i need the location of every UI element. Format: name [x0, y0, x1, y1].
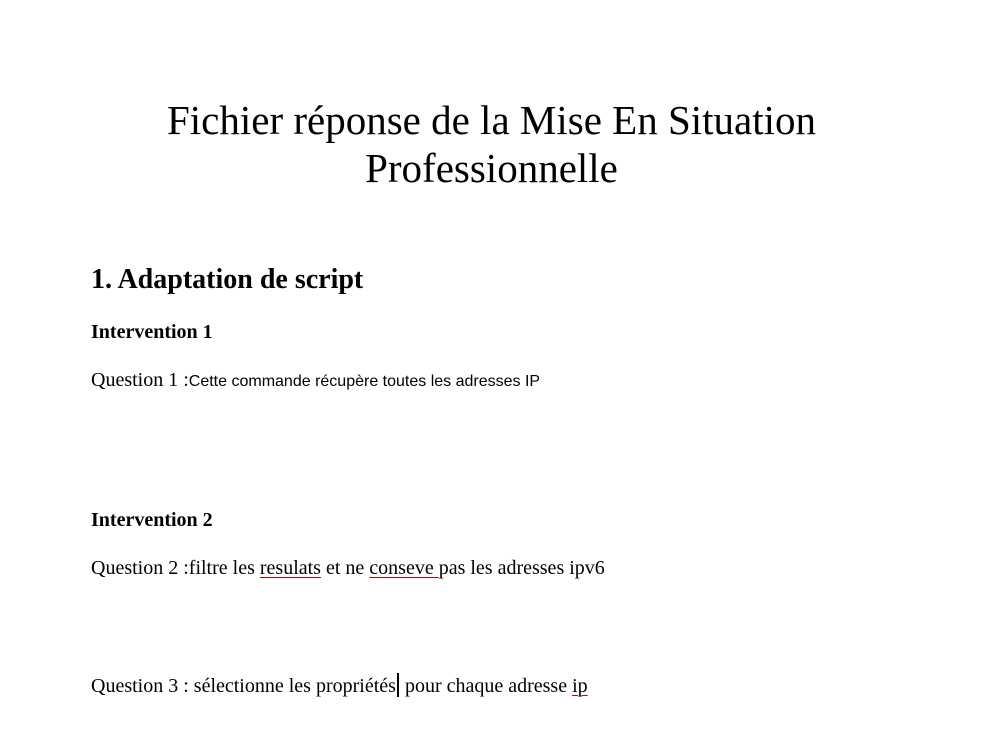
spelling-error-resulats[interactable]: resulats	[260, 557, 321, 579]
intervention-1-heading: Intervention 1	[91, 321, 213, 343]
question-1-answer: Cette commande récupère toutes les adres…	[188, 373, 541, 390]
question-2-text-part2: et ne	[320, 557, 370, 579]
document-page[interactable]: Fichier réponse de la Mise En Situation …	[0, 0, 983, 731]
spelling-error-conseve[interactable]: conseve	[369, 557, 438, 579]
title-line-1: Fichier réponse de la Mise En Situation	[166, 97, 817, 143]
document-title: Fichier réponse de la Mise En Situation …	[90, 96, 893, 192]
question-3-text-part1: sélectionne les propriétés	[193, 675, 396, 697]
question-1-paragraph[interactable]: Question 1 :Cette commande récupère tout…	[91, 368, 540, 394]
question-2-paragraph[interactable]: Question 2 :filtre les resulats et ne co…	[91, 556, 605, 580]
question-2-text-part1: filtre les	[188, 557, 260, 579]
question-3-text-part2: pour chaque adresse	[399, 675, 573, 697]
section-heading-adaptation: 1. Adaptation de script	[91, 264, 364, 295]
intervention-2-heading: Intervention 2	[91, 509, 213, 531]
question-2-label: Question 2 :	[91, 557, 189, 579]
question-3-label: Question 3 :	[91, 675, 194, 697]
text-cursor	[396, 673, 399, 697]
question-1-label: Question 1 :	[91, 369, 189, 391]
spelling-error-ip[interactable]: ip	[572, 675, 588, 697]
title-line-2: Professionnelle	[365, 145, 618, 191]
question-3-paragraph[interactable]: Question 3 : sélectionne les propriétés …	[91, 673, 588, 698]
question-2-text-part3: pas les adresses ipv6	[438, 557, 605, 579]
